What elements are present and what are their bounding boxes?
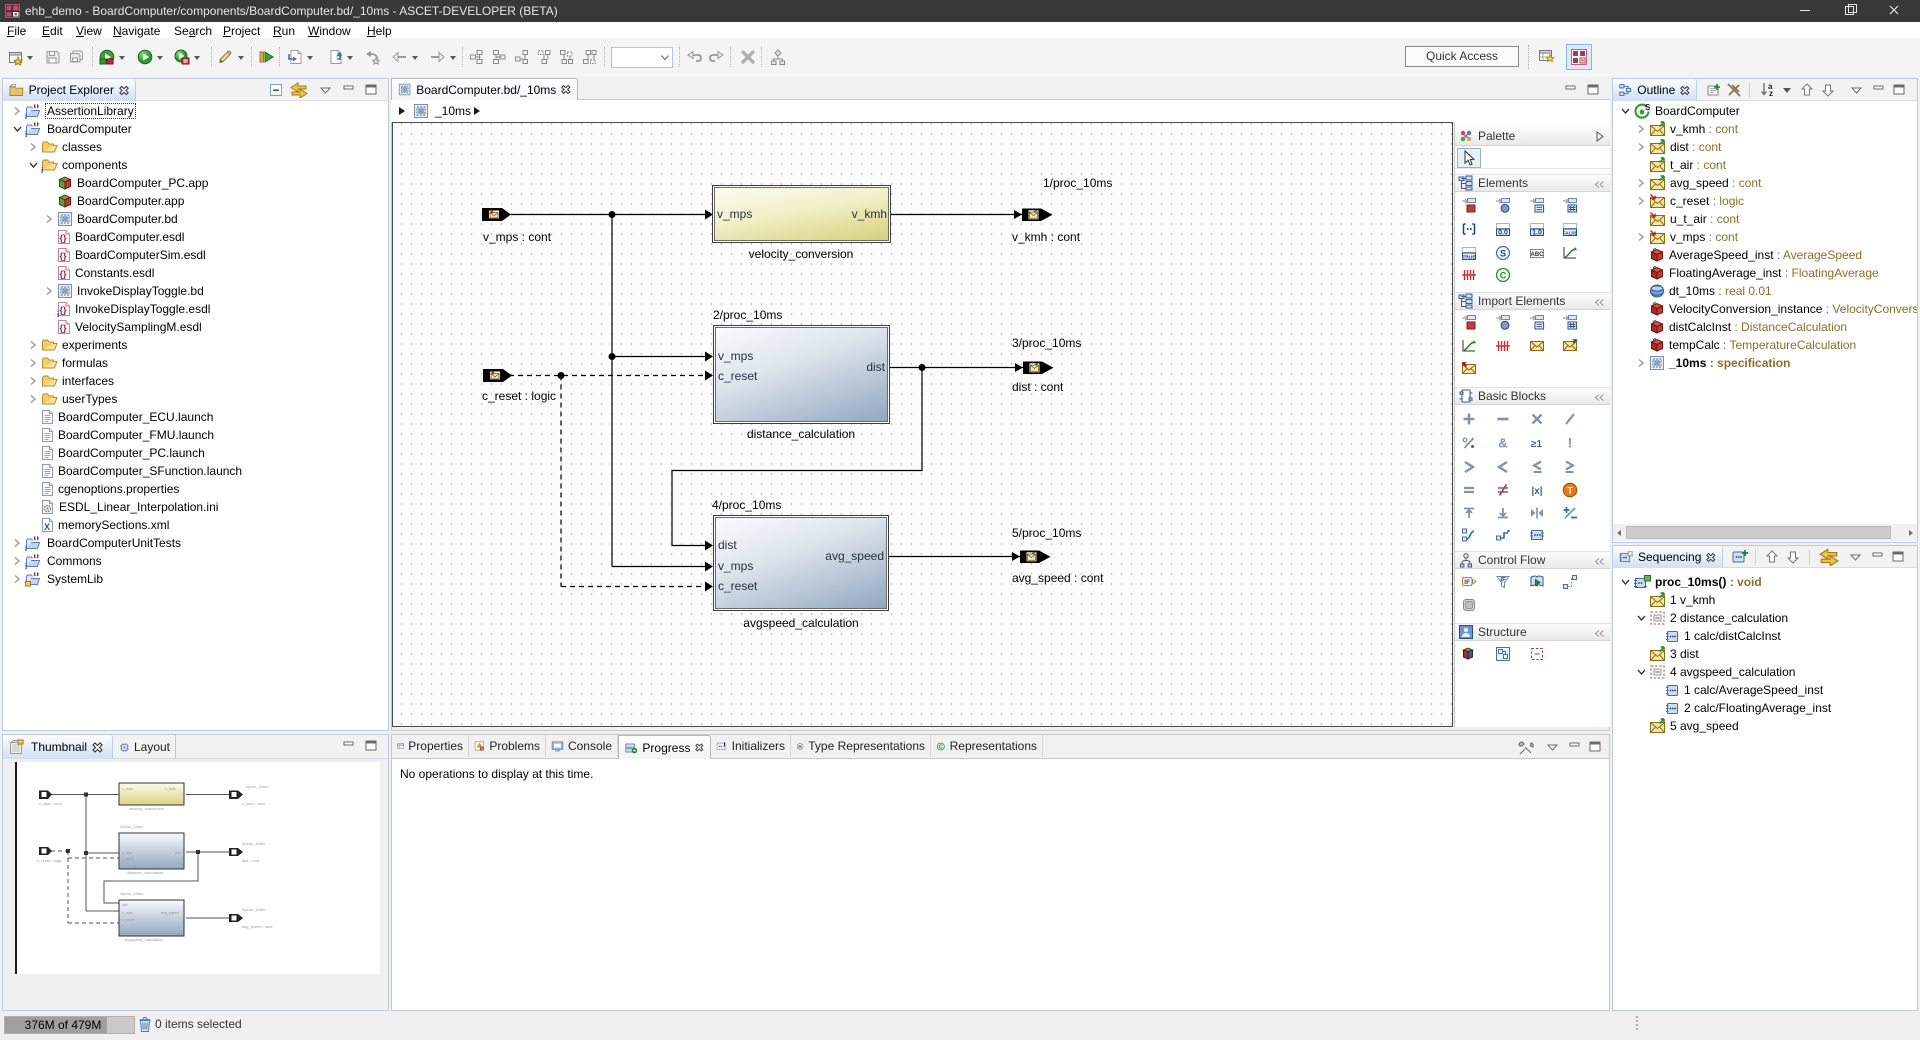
svg-text:v_kmh : cont: v_kmh : cont xyxy=(242,801,266,806)
svg-text:S: S xyxy=(1500,249,1506,259)
svg-text:|x|: |x| xyxy=(1531,486,1542,497)
svg-text:z: z xyxy=(1769,89,1773,98)
svg-text:1.0: 1.0 xyxy=(1532,230,1542,237)
svg-text:2/proc_10ms: 2/proc_10ms xyxy=(120,824,143,829)
svg-text:{}: {} xyxy=(60,305,68,315)
svg-text:C: C xyxy=(939,744,943,750)
svg-text:≥1: ≥1 xyxy=(1531,439,1542,450)
svg-text:dist : cont: dist : cont xyxy=(242,858,260,863)
svg-text:dist: dist xyxy=(122,903,128,907)
svg-text:5/proc_10ms: 5/proc_10ms xyxy=(242,907,265,912)
svg-text:C: C xyxy=(1500,271,1507,281)
svg-text:R: R xyxy=(798,744,802,750)
svg-text:{}: {} xyxy=(60,323,68,333)
svg-text:v_mps: v_mps xyxy=(122,787,133,791)
svg-text:avgspeed_calculation: avgspeed_calculation xyxy=(125,937,163,942)
svg-text:v_kmh: v_kmh xyxy=(165,787,176,791)
svg-text:!: ! xyxy=(1568,435,1573,451)
svg-text:dist: dist xyxy=(175,851,181,855)
svg-text:IF: IF xyxy=(1464,579,1470,586)
svg-text:{}: {} xyxy=(60,233,68,243)
svg-text:c_reset : logic: c_reset : logic xyxy=(37,858,62,863)
svg-text:avg_speed : cont: avg_speed : cont xyxy=(242,924,273,929)
svg-text:4/proc_10ms: 4/proc_10ms xyxy=(120,891,143,896)
svg-text:FALSE: FALSE xyxy=(1563,231,1578,236)
svg-text:3/proc_10ms: 3/proc_10ms xyxy=(242,841,265,846)
svg-text:{}: {} xyxy=(60,269,68,279)
svg-text:v_mps : cont: v_mps : cont xyxy=(39,801,63,806)
svg-text:T: T xyxy=(1567,486,1573,497)
svg-text:c_reset: c_reset xyxy=(122,857,134,861)
svg-text:1/proc_10ms: 1/proc_10ms xyxy=(245,784,268,789)
svg-text:TRUE: TRUE xyxy=(1462,255,1476,261)
svg-text:v_mps: v_mps xyxy=(122,851,133,855)
svg-text:IF: IF xyxy=(1500,578,1506,584)
svg-text:ABC: ABC xyxy=(1531,252,1545,258)
svg-text:X: X xyxy=(44,522,50,532)
svg-text:&: & xyxy=(1498,436,1507,451)
svg-text:distance_calculation: distance_calculation xyxy=(127,870,163,875)
svg-text:I: I xyxy=(723,741,726,748)
svg-text:c_reset: c_reset xyxy=(122,918,134,922)
svg-text:S: S xyxy=(1645,103,1651,112)
svg-text:{}: {} xyxy=(60,251,68,261)
svg-text:velocity_conversion: velocity_conversion xyxy=(129,806,164,811)
svg-text:avg_speed: avg_speed xyxy=(161,911,179,915)
svg-text:0.0: 0.0 xyxy=(1498,230,1508,237)
svg-text:v_mps: v_mps xyxy=(122,911,133,915)
